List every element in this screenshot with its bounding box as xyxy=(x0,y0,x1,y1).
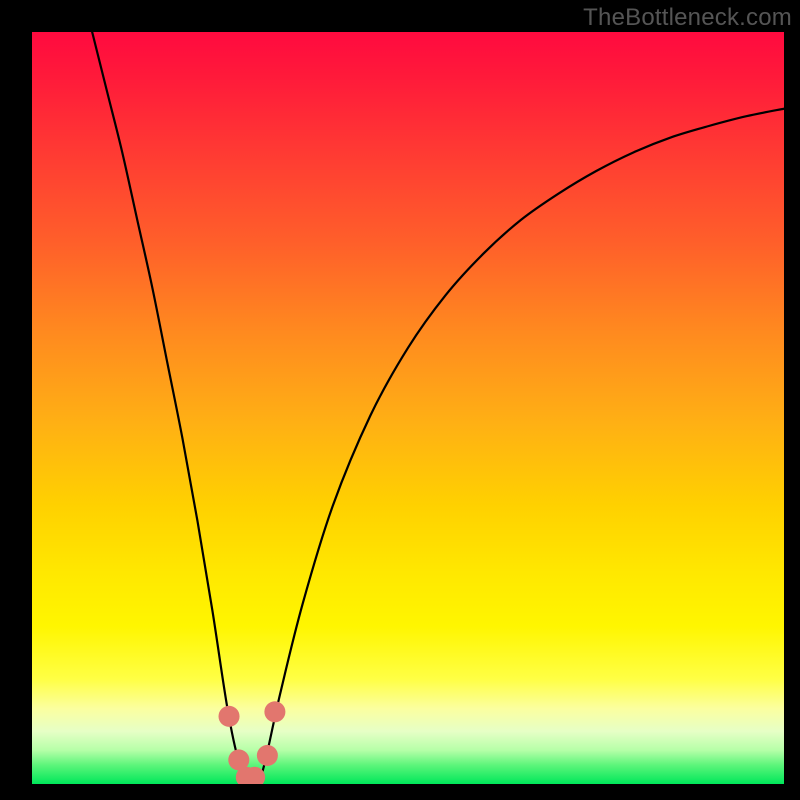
plot-area xyxy=(32,32,784,784)
curve-marker xyxy=(257,745,278,766)
curve-path xyxy=(92,32,784,784)
bottleneck-curve xyxy=(32,32,784,784)
curve-marker xyxy=(264,701,285,722)
watermark-text: TheBottleneck.com xyxy=(583,4,792,32)
chart-frame: TheBottleneck.com xyxy=(0,0,800,800)
curve-marker xyxy=(219,706,240,727)
